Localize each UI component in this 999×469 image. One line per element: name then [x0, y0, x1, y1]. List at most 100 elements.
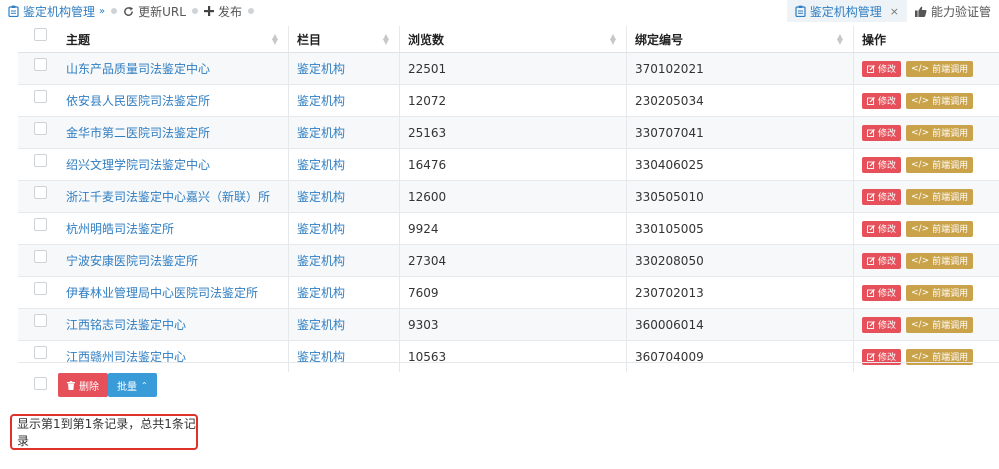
- row-title-link[interactable]: 伊春林业管理局中心医院司法鉴定所: [66, 286, 258, 300]
- row-title-cell: 杭州明皓司法鉴定所: [58, 212, 289, 245]
- row-checkbox[interactable]: [34, 57, 47, 71]
- delete-button-label: 删除: [79, 381, 99, 393]
- row-column-link[interactable]: 鉴定机构: [297, 126, 345, 140]
- row-title-link[interactable]: 浙江千麦司法鉴定中心嘉兴（新联）所: [66, 190, 270, 204]
- edit-button[interactable]: 修改: [862, 188, 902, 205]
- header-title-label: 主题: [66, 32, 91, 47]
- frontend-call-button[interactable]: </> 前端调用: [906, 220, 974, 237]
- row-column-link[interactable]: 鉴定机构: [297, 222, 345, 236]
- frontend-call-button[interactable]: </> 前端调用: [906, 124, 974, 141]
- sort-icon[interactable]: ▲ ▼: [610, 33, 616, 46]
- breadcrumb-current[interactable]: 鉴定机构管理 »: [8, 3, 105, 20]
- batch-dropdown-button[interactable]: 批量 ⌃: [108, 373, 157, 397]
- bulk-select-checkbox[interactable]: [34, 377, 47, 390]
- row-column-link[interactable]: 鉴定机构: [297, 286, 345, 300]
- row-checkbox[interactable]: [34, 281, 47, 295]
- frontend-call-button[interactable]: </> 前端调用: [906, 284, 974, 301]
- tab-institution-management[interactable]: 鉴定机构管理 ×: [786, 0, 907, 22]
- frontend-call-label: 前端调用: [932, 97, 969, 107]
- edit-button[interactable]: 修改: [862, 156, 902, 173]
- row-checkbox[interactable]: [34, 313, 47, 327]
- row-column-link[interactable]: 鉴定机构: [297, 190, 345, 204]
- row-title-link[interactable]: 金华市第二医院司法鉴定所: [66, 126, 210, 140]
- row-code-cell: 370102021: [626, 52, 854, 85]
- edit-button[interactable]: 修改: [862, 252, 902, 269]
- frontend-call-button[interactable]: </> 前端调用: [906, 60, 974, 77]
- table-row: 依安县人民医院司法鉴定所 鉴定机构 12072 230205034 修改 </>…: [18, 84, 999, 117]
- refresh-url-button[interactable]: 更新URL: [123, 3, 186, 20]
- row-title-link[interactable]: 绍兴文理学院司法鉴定中心: [66, 158, 210, 172]
- row-title-link[interactable]: 依安县人民医院司法鉴定所: [66, 94, 210, 108]
- row-title-link[interactable]: 江西铭志司法鉴定中心: [66, 318, 186, 332]
- publish-button[interactable]: 发布: [203, 3, 242, 20]
- row-column-link[interactable]: 鉴定机构: [297, 254, 345, 268]
- table-row: 金华市第二医院司法鉴定所 鉴定机构 25163 330707041 修改 </>…: [18, 116, 999, 149]
- row-code-value: 330406025: [635, 157, 704, 172]
- row-views-value: 12072: [408, 93, 447, 108]
- row-check-cell: [18, 308, 58, 341]
- frontend-call-label: 前端调用: [932, 65, 969, 75]
- frontend-call-button[interactable]: </> 前端调用: [906, 156, 974, 173]
- frontend-call-button[interactable]: </> 前端调用: [906, 188, 974, 205]
- row-column-link[interactable]: 鉴定机构: [297, 158, 345, 172]
- row-checkbox[interactable]: [34, 121, 47, 135]
- row-column-cell: 鉴定机构: [288, 308, 400, 341]
- select-all-checkbox[interactable]: [34, 28, 47, 41]
- row-title-cell: 金华市第二医院司法鉴定所: [58, 116, 289, 149]
- frontend-call-label: 前端调用: [932, 257, 969, 267]
- row-code-cell: 230702013: [626, 276, 854, 309]
- edit-button[interactable]: 修改: [862, 316, 902, 333]
- row-ops-cell: 修改 </> 前端调用: [853, 84, 999, 117]
- row-views-cell: 16476: [399, 148, 627, 181]
- edit-icon: [867, 352, 875, 361]
- row-title-cell: 宁波安康医院司法鉴定所: [58, 244, 289, 277]
- header-column[interactable]: 栏目 ▲ ▼: [288, 26, 400, 53]
- row-column-link[interactable]: 鉴定机构: [297, 94, 345, 108]
- edit-button[interactable]: 修改: [862, 60, 902, 77]
- row-views-value: 16476: [408, 157, 447, 172]
- edit-icon: [867, 128, 875, 137]
- row-title-link[interactable]: 宁波安康医院司法鉴定所: [66, 254, 198, 268]
- sort-icon[interactable]: ▲ ▼: [383, 33, 389, 46]
- code-icon: </>: [911, 159, 930, 170]
- delete-button[interactable]: 删除: [58, 373, 108, 397]
- close-icon[interactable]: ×: [890, 5, 899, 18]
- header-title[interactable]: 主题 ▲ ▼: [58, 26, 289, 53]
- code-icon: </>: [911, 319, 930, 330]
- header-views[interactable]: 浏览数 ▲ ▼: [399, 26, 627, 53]
- tab-proficiency-test[interactable]: 能力验证管: [907, 0, 999, 22]
- row-checkbox[interactable]: [34, 345, 47, 359]
- row-title-cell: 江西铭志司法鉴定中心: [58, 308, 289, 341]
- row-checkbox[interactable]: [34, 185, 47, 199]
- row-code-value: 370102021: [635, 61, 704, 76]
- edit-button[interactable]: 修改: [862, 92, 902, 109]
- frontend-call-label: 前端调用: [932, 289, 969, 299]
- sort-icon[interactable]: ▲ ▼: [272, 33, 278, 46]
- row-checkbox[interactable]: [34, 217, 47, 231]
- frontend-call-button[interactable]: </> 前端调用: [906, 252, 974, 269]
- row-checkbox[interactable]: [34, 89, 47, 103]
- row-check-cell: [18, 180, 58, 213]
- row-checkbox[interactable]: [34, 153, 47, 167]
- header-code-label: 绑定编号: [635, 32, 684, 47]
- caret-up-icon: ⌃: [141, 380, 148, 390]
- frontend-call-button[interactable]: </> 前端调用: [906, 92, 974, 109]
- edit-button[interactable]: 修改: [862, 124, 902, 141]
- table-header-row: 主题 ▲ ▼ 栏目 ▲ ▼ 浏览数 ▲ ▼ 绑定编号 ▲ ▼ 操作: [18, 26, 999, 53]
- edit-button[interactable]: 修改: [862, 220, 902, 237]
- edit-button[interactable]: 修改: [862, 284, 902, 301]
- row-title-link[interactable]: 山东产品质量司法鉴定中心: [66, 62, 210, 76]
- row-check-cell: [18, 276, 58, 309]
- row-column-link[interactable]: 鉴定机构: [297, 318, 345, 332]
- sort-icon[interactable]: ▲ ▼: [837, 33, 843, 46]
- chevron-double-down-icon[interactable]: »: [99, 6, 105, 17]
- row-code-cell: 330505010: [626, 180, 854, 213]
- row-column-link[interactable]: 鉴定机构: [297, 62, 345, 76]
- clipboard-icon: [795, 5, 806, 17]
- header-code[interactable]: 绑定编号 ▲ ▼: [626, 26, 854, 53]
- row-code-value: 360006014: [635, 317, 704, 332]
- row-checkbox[interactable]: [34, 249, 47, 263]
- row-code-cell: 330707041: [626, 116, 854, 149]
- row-title-link[interactable]: 杭州明皓司法鉴定所: [66, 222, 174, 236]
- frontend-call-button[interactable]: </> 前端调用: [906, 316, 974, 333]
